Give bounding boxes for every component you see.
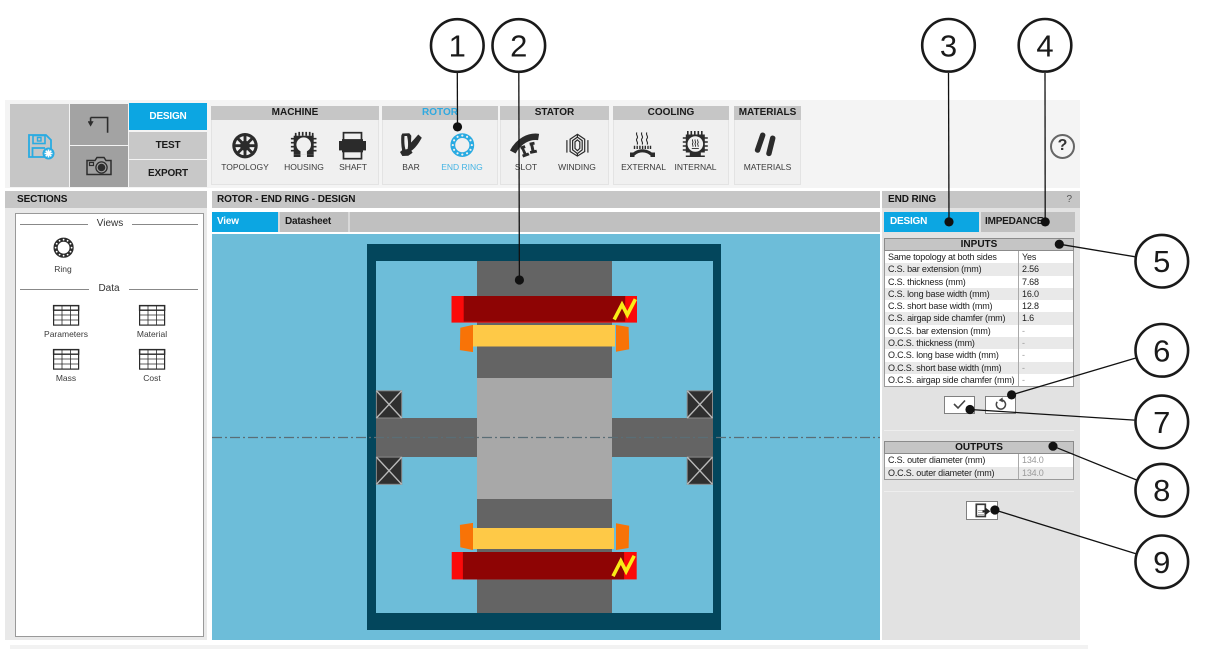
svg-text:1: 1: [449, 29, 466, 64]
svg-text:2: 2: [510, 29, 527, 64]
svg-text:9: 9: [1153, 545, 1170, 580]
svg-text:3: 3: [940, 28, 957, 63]
svg-text:8: 8: [1153, 473, 1170, 508]
svg-text:6: 6: [1153, 333, 1170, 368]
svg-text:5: 5: [1153, 244, 1170, 279]
svg-text:7: 7: [1153, 405, 1170, 440]
svg-text:4: 4: [1036, 28, 1053, 63]
